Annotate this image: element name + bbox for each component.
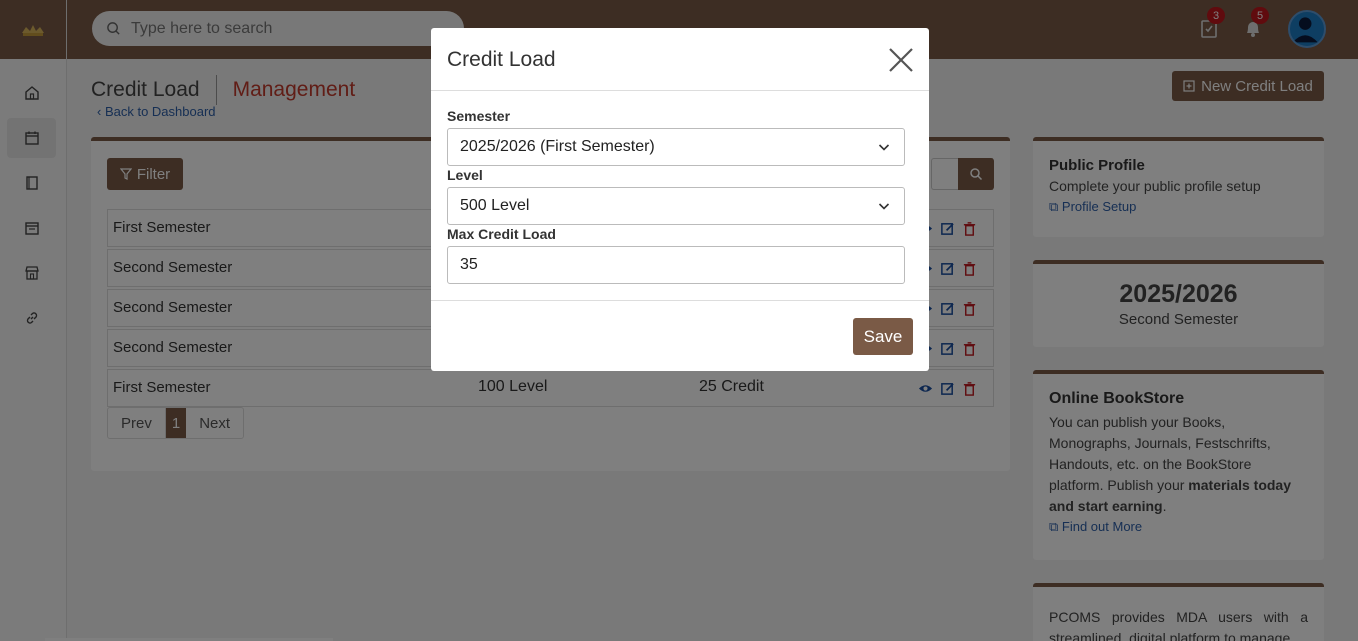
max-credit-input[interactable]: 35 — [447, 246, 905, 284]
modal-footer: Save — [431, 300, 929, 371]
credit-load-modal: Credit Load Semester 2025/2026 (First Se… — [431, 28, 929, 371]
semester-value: 2025/2026 (First Semester) — [460, 138, 655, 155]
close-icon[interactable] — [886, 45, 916, 75]
modal-header: Credit Load — [431, 28, 929, 91]
max-credit-value: 35 — [460, 256, 478, 273]
chevron-down-icon — [878, 203, 890, 210]
semester-label: Semester — [447, 108, 511, 124]
max-credit-label: Max Credit Load — [447, 226, 556, 242]
save-button[interactable]: Save — [853, 318, 913, 355]
level-value: 500 Level — [460, 197, 530, 214]
chevron-down-icon — [878, 144, 890, 151]
level-select[interactable]: 500 Level — [447, 187, 905, 225]
modal-title: Credit Load — [447, 48, 556, 71]
level-label: Level — [447, 167, 483, 183]
semester-select[interactable]: 2025/2026 (First Semester) — [447, 128, 905, 166]
